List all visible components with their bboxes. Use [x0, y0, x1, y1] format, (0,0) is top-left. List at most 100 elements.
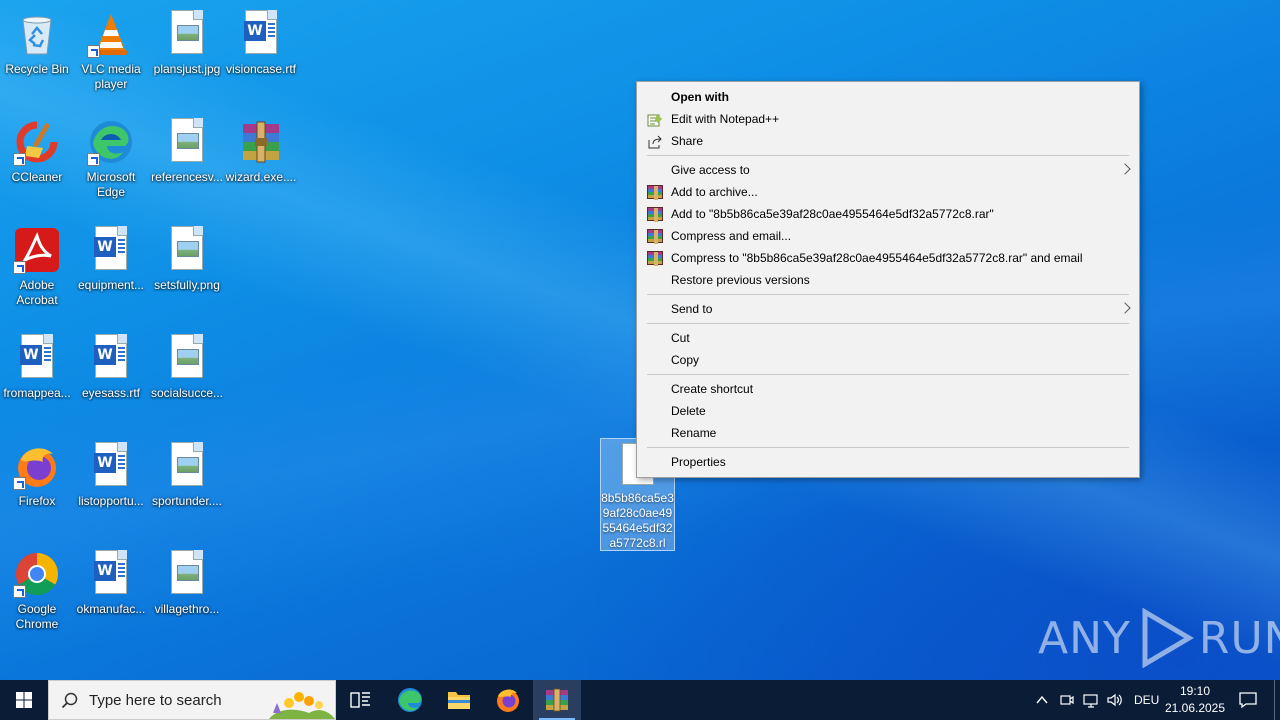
edge-icon: [398, 688, 422, 712]
menu-separator: [647, 323, 1129, 324]
chevron-up-icon[interactable]: [1034, 692, 1050, 708]
desktop-icon-equipment[interactable]: W equipment...: [74, 220, 148, 316]
menu-item-open-with[interactable]: Open with: [637, 86, 1139, 108]
menu-item-copy[interactable]: Copy: [637, 349, 1139, 371]
meet-now-icon[interactable]: [1059, 692, 1075, 708]
desktop-icon-label: villagethro...: [154, 602, 220, 616]
taskbar-file-explorer-button[interactable]: [435, 680, 483, 720]
watermark-right: RUN: [1198, 612, 1280, 664]
anyrun-watermark: ANY RUN: [1038, 608, 1280, 668]
desktop-icon-acrobat[interactable]: Adobe Acrobat: [0, 220, 74, 316]
menu-item-label: Compress to "8b5b86ca5e39af28c0ae4955464…: [671, 251, 1083, 265]
firefox-icon: [13, 442, 61, 490]
menu-item-add-archive[interactable]: Add to archive...: [637, 181, 1139, 203]
menu-item-label: Properties: [671, 455, 726, 469]
desktop-icon-edge[interactable]: Microsoft Edge: [74, 112, 148, 208]
shortcut-arrow-icon: [87, 45, 100, 58]
shortcut-arrow-icon: [13, 585, 26, 598]
desktop-icon-label: referencesv...: [151, 170, 223, 184]
start-button[interactable]: [0, 680, 48, 720]
menu-item-cut[interactable]: Cut: [637, 327, 1139, 349]
menu-item-label: Create shortcut: [671, 382, 754, 396]
desktop-icon-fromappea[interactable]: W fromappea...: [0, 328, 74, 424]
image-file-icon: [163, 442, 211, 490]
task-view-button[interactable]: [336, 680, 384, 720]
desktop-icon-recycle-bin[interactable]: Recycle Bin: [0, 4, 74, 100]
desktop-icon-villagethro[interactable]: villagethro...: [150, 544, 224, 640]
image-file-icon: [163, 226, 211, 274]
notification-center-icon[interactable]: [1238, 691, 1258, 709]
volume-icon[interactable]: [1106, 692, 1124, 708]
menu-item-label: Rename: [671, 426, 717, 440]
menu-item-label: Give access to: [671, 163, 750, 177]
desktop-icon-sportunder[interactable]: sportunder....: [150, 436, 224, 532]
desktop-icon-okmanufac[interactable]: W okmanufac...: [74, 544, 148, 640]
menu-item-add-rar[interactable]: Add to "8b5b86ca5e39af28c0ae4955464e5df3…: [637, 203, 1139, 225]
desktop-icon-setsfully[interactable]: setsfully.png: [150, 220, 224, 316]
shortcut-arrow-icon: [87, 153, 100, 166]
image-file-icon: [163, 550, 211, 598]
shortcut-arrow-icon: [13, 153, 26, 166]
desktop-icon-chrome[interactable]: Google Chrome: [0, 544, 74, 640]
menu-item-compress-email[interactable]: Compress and email...: [637, 225, 1139, 247]
menu-separator: [647, 374, 1129, 375]
word-document-icon: W: [13, 334, 61, 382]
desktop-icon-label: Google Chrome: [15, 602, 59, 631]
search-placeholder: Type here to search: [89, 692, 222, 709]
winrar-icon: [647, 251, 663, 266]
shortcut-arrow-icon: [13, 477, 26, 490]
menu-item-label: Edit with Notepad++: [671, 112, 780, 126]
desktop-icon-wizard[interactable]: wizard.exe....: [224, 112, 298, 208]
winrar-icon: [647, 185, 663, 200]
menu-item-label: Restore previous versions: [671, 273, 810, 287]
desktop-icon-vlc[interactable]: VLC media player: [74, 4, 148, 100]
desktop-icon-listopportu[interactable]: W listopportu...: [74, 436, 148, 532]
desktop-icon-label: sportunder....: [151, 494, 223, 508]
desktop-icon-label: listopportu...: [78, 494, 144, 508]
menu-item-label: Share: [671, 134, 704, 148]
desktop-icon-label: eyesass.rtf: [81, 386, 141, 400]
network-icon[interactable]: [1082, 692, 1100, 708]
menu-item-send-to[interactable]: Send to: [637, 298, 1139, 320]
menu-item-give-access[interactable]: Give access to: [637, 159, 1139, 181]
desktop-icon-label: socialsucce...: [150, 386, 224, 400]
word-document-icon: W: [87, 442, 135, 490]
taskbar-winrar-button[interactable]: [533, 680, 581, 720]
taskbar-edge-button[interactable]: [386, 680, 434, 720]
desktop-icon-socialsucce[interactable]: socialsucce...: [150, 328, 224, 424]
context-menu: Open with Edit with Notepad++ Share Give…: [636, 81, 1140, 478]
winrar-archive-icon: [237, 118, 285, 166]
desktop-icon-plansjust[interactable]: plansjust.jpg: [150, 4, 224, 100]
desktop-icon-ccleaner[interactable]: CCleaner: [0, 112, 74, 208]
language-indicator[interactable]: DEU: [1134, 693, 1159, 707]
desktop-icon-eyesass[interactable]: W eyesass.rtf: [74, 328, 148, 424]
recycle-bin-icon: [13, 10, 61, 58]
vlc-icon: [87, 10, 135, 58]
menu-item-create-shortcut[interactable]: Create shortcut: [637, 378, 1139, 400]
taskbar-firefox-button[interactable]: [484, 680, 532, 720]
menu-item-restore-versions[interactable]: Restore previous versions: [637, 269, 1139, 291]
desktop-icon-label: visioncase.rtf: [225, 62, 297, 76]
menu-item-compress-rar-email[interactable]: Compress to "8b5b86ca5e39af28c0ae4955464…: [637, 247, 1139, 269]
clock-date: 21.06.2025: [1164, 701, 1226, 715]
desktop-icon-referencesv[interactable]: referencesv...: [150, 112, 224, 208]
menu-item-delete[interactable]: Delete: [637, 400, 1139, 422]
desktop-icon-label: setsfully.png: [154, 278, 220, 292]
menu-item-edit-notepad[interactable]: Edit with Notepad++: [637, 108, 1139, 130]
clock-time: 19:10: [1179, 684, 1211, 698]
menu-item-label: Send to: [671, 302, 713, 316]
play-logo-icon: [1142, 608, 1194, 668]
menu-item-rename[interactable]: Rename: [637, 422, 1139, 444]
show-desktop-button[interactable]: [1274, 680, 1275, 720]
menu-item-share[interactable]: Share: [637, 130, 1139, 152]
desktop-icon-label: Microsoft Edge: [86, 170, 136, 199]
menu-item-properties[interactable]: Properties: [637, 451, 1139, 473]
taskbar-search-box[interactable]: Type here to search: [48, 680, 336, 720]
word-document-icon: W: [237, 10, 285, 58]
menu-item-label: Compress and email...: [671, 229, 792, 243]
desktop-icon-visioncase[interactable]: W visioncase.rtf: [224, 4, 298, 100]
desktop-icon-firefox[interactable]: Firefox: [0, 436, 74, 532]
taskbar: Type here to search DEU 19:10 21.06.2025: [0, 680, 1280, 720]
desktop-icon-label: plansjust.jpg: [153, 62, 221, 76]
clock[interactable]: 19:10 21.06.2025: [1160, 683, 1230, 717]
